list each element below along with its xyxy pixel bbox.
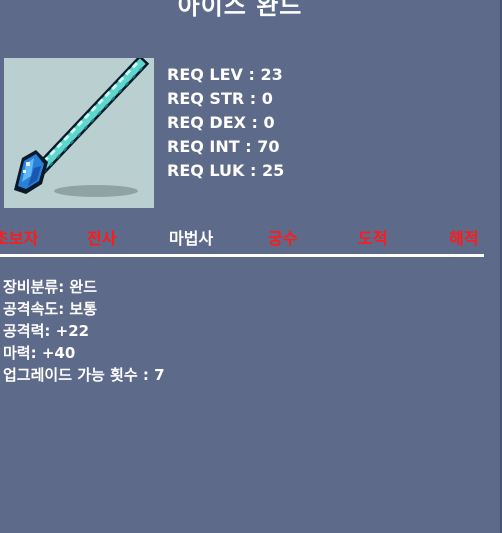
item-name: 아이스 완드: [177, 0, 303, 20]
stat-category: 장비분류: 완드: [3, 278, 98, 296]
stats-list: 장비분류: 완드 공격속도: 보통 공격력: +22 마력: +40 업그레이드…: [3, 276, 165, 386]
stat-attack-speed: 공격속도: 보통: [3, 300, 98, 318]
job-list: 초보자 전사 마법사 궁수 도적 해적: [0, 225, 502, 249]
job-pirate: 해적: [449, 229, 479, 248]
req-dex: REQ DEX : 0: [167, 113, 275, 132]
req-int: REQ INT : 70: [167, 137, 280, 156]
item-tooltip: 아이스 완드 REQ LEV : 23 REQ STR : 0 REQ DEX …: [0, 0, 502, 533]
ice-wand-icon: [4, 58, 154, 208]
job-magician: 마법사: [169, 229, 214, 248]
divider: [0, 254, 484, 257]
stat-magic: 마력: +40: [3, 344, 76, 362]
job-bowman: 궁수: [268, 229, 298, 248]
stat-attack: 공격력: +22: [3, 322, 90, 340]
req-level: REQ LEV : 23: [167, 65, 283, 84]
req-str: REQ STR : 0: [167, 89, 273, 108]
stat-upgrade-slots: 업그레이드 가능 횟수 : 7: [3, 366, 165, 384]
job-beginner: 초보자: [0, 229, 39, 248]
req-luk: REQ LUK : 25: [167, 161, 285, 180]
requirements-list: REQ LEV : 23 REQ STR : 0 REQ DEX : 0 REQ…: [167, 63, 284, 183]
job-warrior: 전사: [87, 229, 117, 248]
job-thief: 도적: [358, 229, 388, 248]
